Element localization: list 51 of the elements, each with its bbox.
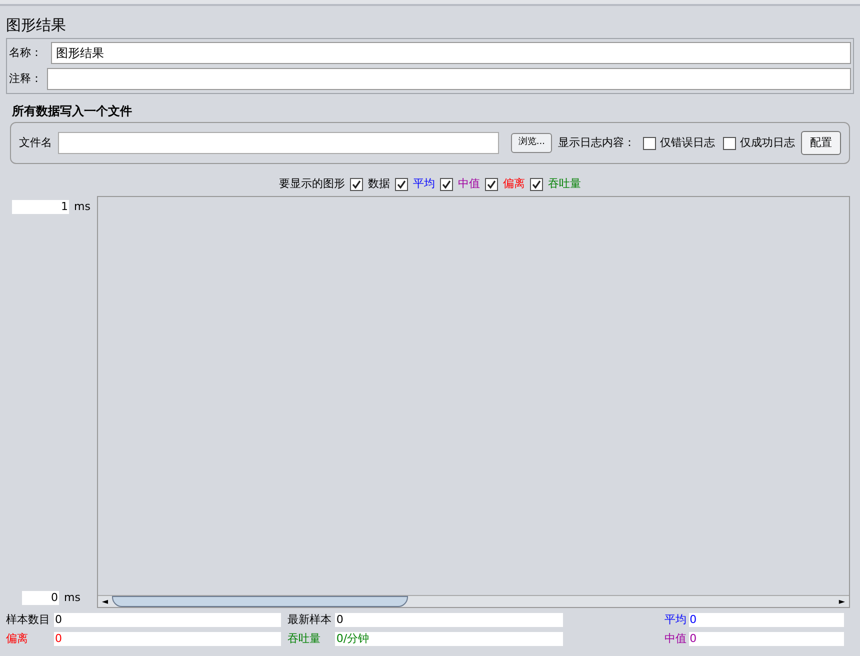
legend-item: 吞吐量 [548, 176, 581, 192]
checkbox[interactable] [530, 178, 543, 190]
stat-value: 0/分钟 [335, 632, 563, 646]
checkmark-icon [532, 180, 541, 188]
name-label: 名称： [9, 44, 43, 61]
checkbox[interactable] [643, 136, 656, 150]
config-button[interactable]: 配置 [801, 131, 841, 155]
axis-min-field[interactable]: 0 [22, 590, 59, 605]
scroll-right-button[interactable]: ► [835, 596, 849, 606]
stat-label: 偏离 [6, 630, 29, 646]
comment-label: 注释： [9, 70, 43, 87]
checkmark-icon [397, 180, 406, 188]
horizontal-scrollbar[interactable]: ◄ ► [98, 595, 849, 607]
legend-label: 要显示的图形 [279, 176, 345, 192]
stat-label: 中值 [664, 630, 688, 646]
stat-value: 0 [335, 613, 563, 628]
stat-label: 最新样本 [287, 612, 332, 628]
checkbox[interactable] [485, 178, 498, 190]
stat-label: 平均 [664, 612, 688, 628]
browse-button[interactable]: 浏览... [511, 133, 552, 153]
log-content-label: 显示日志内容： [558, 134, 635, 151]
scrollbar-thumb[interactable] [112, 596, 408, 607]
unit-label: ms [64, 590, 80, 606]
axis-max-field[interactable]: 1 [12, 200, 69, 214]
file-name-field[interactable] [58, 132, 500, 154]
checkmark-icon [352, 180, 361, 188]
name-field[interactable]: 图形结果 [51, 42, 851, 64]
stat-value: 0 [54, 632, 282, 646]
unit-label: ms [74, 199, 90, 215]
checkmark-icon [487, 180, 496, 188]
checkbox[interactable] [395, 178, 408, 190]
stat-label: 样本数目 [6, 612, 51, 628]
legend-item: 数据 [368, 176, 390, 192]
stat-value: 0 [54, 613, 282, 628]
checkbox[interactable] [350, 178, 363, 190]
legend-item: 偏离 [503, 176, 525, 192]
scroll-left-button[interactable]: ◄ [98, 596, 112, 606]
stat-label: 吞吐量 [287, 630, 322, 646]
section-title: 所有数据写入一个文件 [11, 103, 133, 120]
file-name-label: 文件名 [19, 134, 52, 151]
log-option-label: 仅错误日志 [660, 134, 715, 151]
legend-item: 平均 [413, 176, 435, 192]
checkmark-icon [442, 180, 451, 188]
checkbox[interactable] [440, 178, 453, 190]
checkbox[interactable] [723, 136, 736, 150]
stat-value: 0 [688, 613, 844, 628]
stat-value: 0 [688, 632, 844, 646]
legend-item: 中值 [458, 176, 480, 192]
comment-field[interactable] [47, 68, 851, 90]
panel-title: 图形结果 [5, 15, 67, 36]
log-option-label: 仅成功日志 [740, 134, 795, 151]
